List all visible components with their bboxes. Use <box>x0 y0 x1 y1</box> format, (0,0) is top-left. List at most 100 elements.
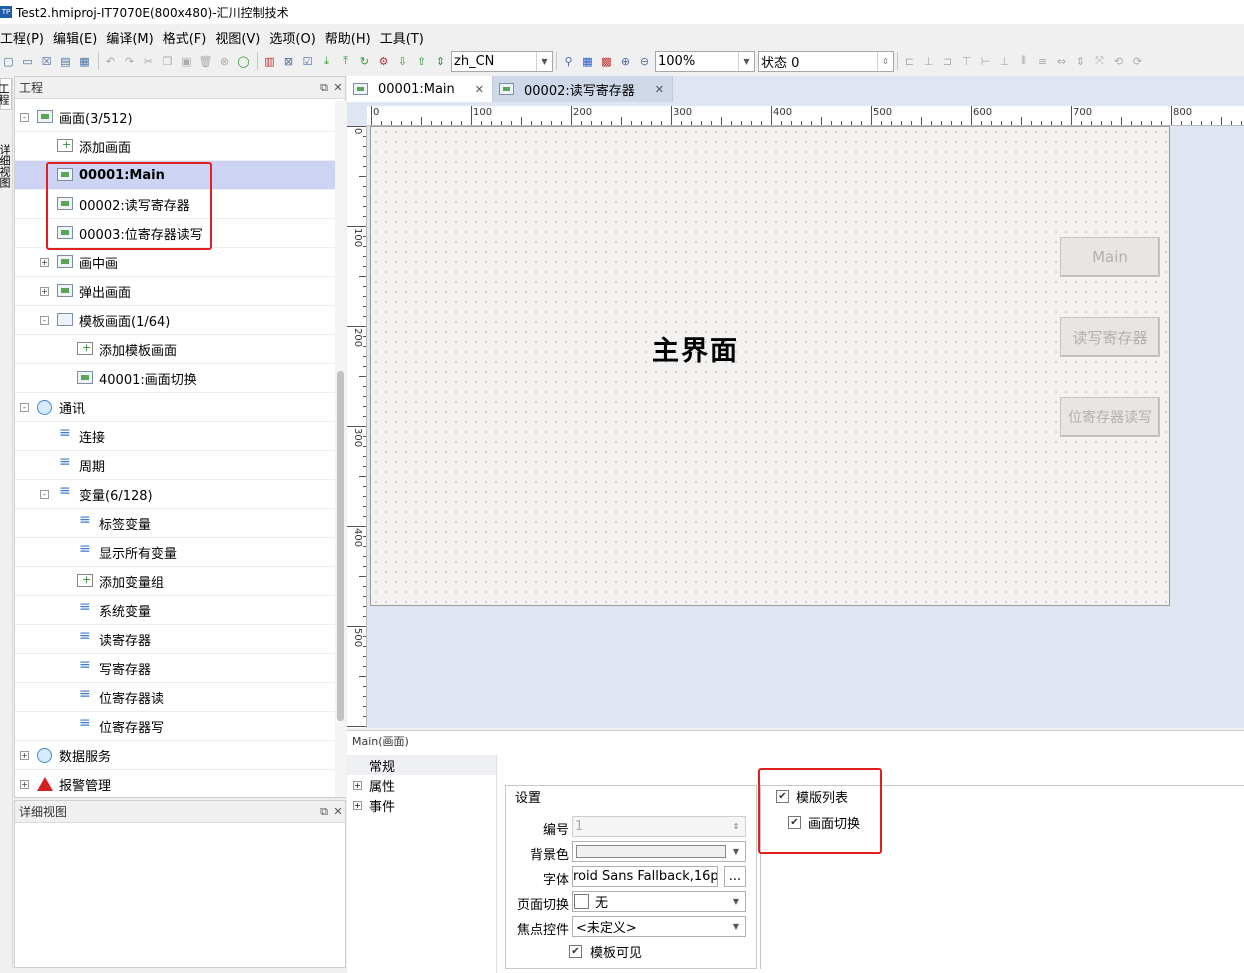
category-general[interactable]: 常规 <box>347 755 496 775</box>
menu-options[interactable]: 选项(O) <box>269 28 320 47</box>
tree-item[interactable]: 系统变量 <box>15 596 335 625</box>
zoom-select[interactable]: 100% ▼ <box>655 50 755 72</box>
font-browse-button[interactable]: ... <box>724 866 746 887</box>
distribute-v-icon[interactable]: ≡ <box>1034 53 1051 70</box>
tree-scrollbar[interactable] <box>335 101 346 797</box>
tree-item[interactable]: 周期 <box>15 451 335 480</box>
float-panel-icon[interactable]: ⧉ <box>317 81 331 95</box>
tree-item[interactable]: - 通讯 <box>15 393 335 422</box>
replace-icon[interactable]: ⊗ <box>216 53 233 70</box>
tree-item[interactable]: 00002:读写寄存器 <box>15 190 335 219</box>
collapse-icon[interactable]: - <box>40 316 49 325</box>
menu-view[interactable]: 视图(V) <box>215 28 265 47</box>
template-item-screen-switch[interactable]: ✔ 画面切换 <box>788 813 860 832</box>
side-tab-project[interactable]: 工程 <box>0 78 12 110</box>
device-download-icon[interactable]: ⇩ <box>394 53 411 70</box>
collapse-icon[interactable]: - <box>40 490 49 499</box>
close-icon[interactable]: ✕ <box>475 83 484 96</box>
tree-item[interactable]: 标签变量 <box>15 509 335 538</box>
tree-item[interactable]: 读寄存器 <box>15 625 335 654</box>
state-spinner[interactable]: 状态 0 ⇳ <box>758 50 894 72</box>
align-left-icon[interactable]: ⊏ <box>901 53 918 70</box>
language-select[interactable]: zh_CN ▼ <box>451 50 553 72</box>
align-top-icon[interactable]: ⊤ <box>958 53 975 70</box>
refresh-icon[interactable]: ↻ <box>356 53 373 70</box>
canvas-title-text[interactable]: 主界面 <box>652 329 739 368</box>
tree-item[interactable]: 添加模板画面 <box>15 335 335 364</box>
menu-tools[interactable]: 工具(T) <box>380 28 429 47</box>
focus-control-select[interactable]: <未定义> ▼ <box>572 916 746 937</box>
canvas-button-bit-register[interactable]: 位寄存器读写 <box>1060 397 1160 437</box>
new-icon[interactable]: ▢ <box>0 53 17 70</box>
canvas-button-read-write-register[interactable]: 读写寄存器 <box>1060 317 1160 357</box>
float-panel-icon[interactable]: ⧉ <box>317 805 331 819</box>
menu-compile[interactable]: 编译(M) <box>106 28 158 47</box>
align-middle-icon[interactable]: ⊢ <box>977 53 994 70</box>
menu-project[interactable]: 工程(P) <box>0 28 49 47</box>
expand-icon[interactable]: + <box>353 800 362 810</box>
expand-icon[interactable]: + <box>20 780 29 789</box>
side-tab-detail-view[interactable]: 详细视图 <box>0 140 12 192</box>
network-icon[interactable]: ⚙ <box>375 53 392 70</box>
close-project-icon[interactable]: ☒ <box>38 53 55 70</box>
tree-item[interactable]: + 报警管理 <box>15 770 335 799</box>
menu-format[interactable]: 格式(F) <box>163 28 212 47</box>
align-center-icon[interactable]: ⊥ <box>920 53 937 70</box>
font-field[interactable]: roid Sans Fallback,16px <box>572 866 718 887</box>
online-sim-icon[interactable]: ☑ <box>299 53 316 70</box>
redo-icon[interactable]: ↷ <box>121 53 138 70</box>
template-visible-checkbox[interactable]: ✔ <box>569 945 582 958</box>
print-icon[interactable]: ▦ <box>76 53 93 70</box>
template-list-header[interactable]: ✔ 模版列表 <box>774 787 851 806</box>
search-icon[interactable]: ◯ <box>235 53 252 70</box>
rotate-icon[interactable]: ⟲ <box>1110 53 1127 70</box>
design-canvas[interactable]: 主界面 Main 读写寄存器 位寄存器读写 <box>370 126 1170 606</box>
delete-icon[interactable]: 🗑 <box>197 53 214 70</box>
device-upload-icon[interactable]: ⇧ <box>413 53 430 70</box>
device-transfer-icon[interactable]: ⇕ <box>432 53 449 70</box>
tree-item[interactable]: + 弹出画面 <box>15 277 335 306</box>
collapse-icon[interactable]: - <box>20 403 29 412</box>
save-icon[interactable]: ▤ <box>57 53 74 70</box>
offline-sim-icon[interactable]: ⊠ <box>280 53 297 70</box>
distribute-h-icon[interactable]: ⫴ <box>1015 53 1032 70</box>
copy-icon[interactable]: ❐ <box>159 53 176 70</box>
expand-icon[interactable]: + <box>20 751 29 760</box>
open-icon[interactable]: ▭ <box>19 53 36 70</box>
tree-item[interactable]: 40001:画面切换 <box>15 364 335 393</box>
zoom-in-icon[interactable]: ⊕ <box>617 53 634 70</box>
tree-item[interactable]: 位寄存器读 <box>15 683 335 712</box>
flip-icon[interactable]: ⟳ <box>1129 53 1146 70</box>
scrollbar-thumb[interactable] <box>337 371 344 721</box>
zoom-out-icon[interactable]: ⊖ <box>636 53 653 70</box>
category-events[interactable]: + 事件 <box>347 795 496 815</box>
menu-edit[interactable]: 编辑(E) <box>53 28 102 47</box>
grid-icon[interactable]: ▦ <box>579 53 596 70</box>
align-right-icon[interactable]: ⊐ <box>939 53 956 70</box>
upload-icon[interactable]: ⤒ <box>337 53 354 70</box>
snap-icon[interactable]: ▩ <box>598 53 615 70</box>
tree-item[interactable]: 添加画面 <box>15 132 335 161</box>
tree-item[interactable]: 添加变量组 <box>15 567 335 596</box>
tree-item[interactable]: - 画面(3/512) <box>15 103 335 132</box>
bgcolor-picker[interactable]: ▼ <box>572 841 746 862</box>
template-item-checkbox[interactable]: ✔ <box>788 816 801 829</box>
template-visible-option[interactable]: ✔ 模板可见 <box>569 942 642 961</box>
template-list-checkbox[interactable]: ✔ <box>776 790 789 803</box>
tree-item[interactable]: + 数据服务 <box>15 741 335 770</box>
tree-item[interactable]: + 画中画 <box>15 248 335 277</box>
expand-icon[interactable]: + <box>40 258 49 267</box>
menu-help[interactable]: 帮助(H) <box>325 28 376 47</box>
tree-item[interactable]: - 变量(6/128) <box>15 480 335 509</box>
paste-icon[interactable]: ▣ <box>178 53 195 70</box>
expand-icon[interactable]: + <box>353 780 362 790</box>
tree-item[interactable]: 00003:位寄存器读写 <box>15 219 335 248</box>
category-attributes[interactable]: + 属性 <box>347 775 496 795</box>
tree-item[interactable]: 位寄存器写 <box>15 712 335 741</box>
same-size-icon[interactable]: ⤧ <box>1091 53 1108 70</box>
bicycle-icon[interactable]: ⚲ <box>560 53 577 70</box>
expand-icon[interactable]: + <box>40 287 49 296</box>
tree-item[interactable]: - 模板画面(1/64) <box>15 306 335 335</box>
collapse-icon[interactable]: - <box>20 113 29 122</box>
close-icon[interactable]: ✕ <box>655 83 664 96</box>
